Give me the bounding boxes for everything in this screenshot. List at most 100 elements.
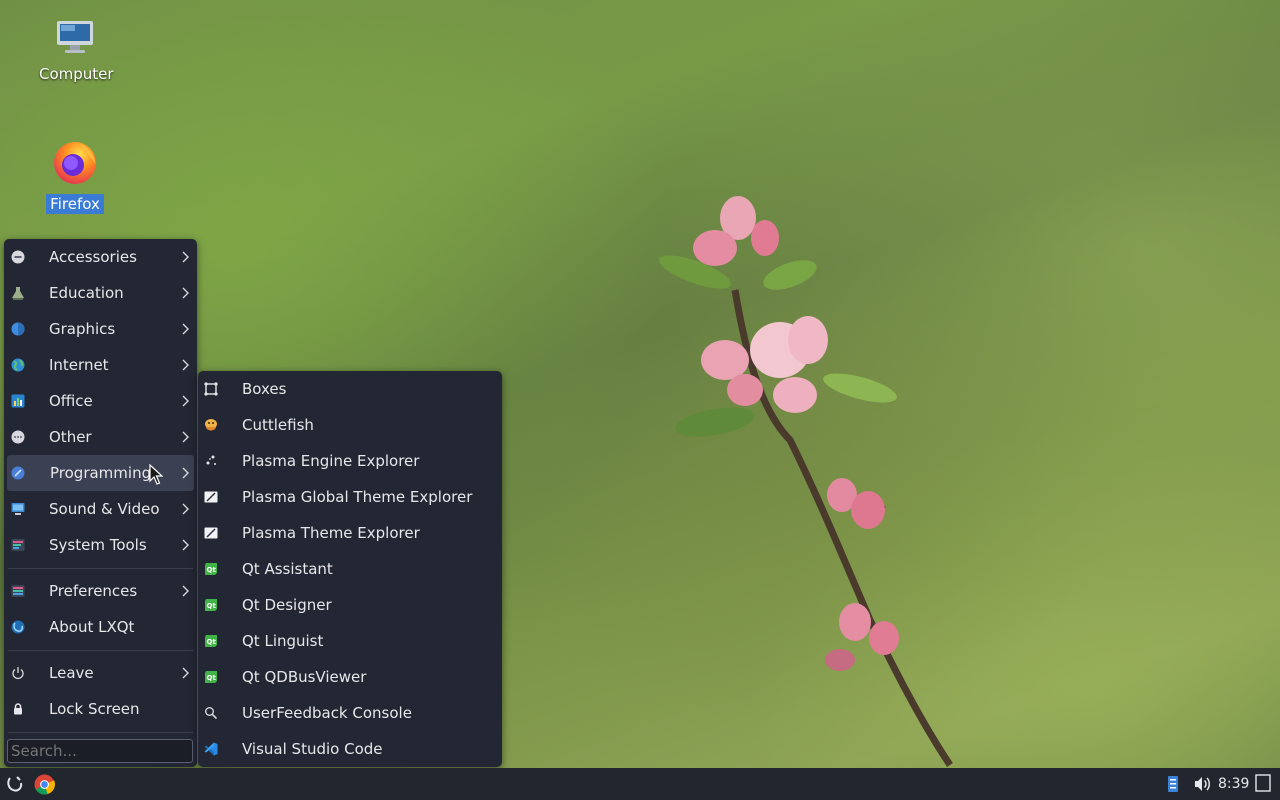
- submenu-item-cuttlefish[interactable]: Cuttlefish: [198, 407, 502, 443]
- keyboard-layout-icon[interactable]: [1166, 774, 1180, 794]
- submenu-item-qt-designer[interactable]: Qt Qt Designer: [198, 587, 502, 623]
- qt-icon: Qt: [205, 635, 217, 647]
- menu-item-label: System Tools: [49, 536, 147, 554]
- preferences-icon: [11, 585, 25, 597]
- menu-item-office[interactable]: Office: [4, 383, 197, 419]
- system-tools-icon: [11, 539, 25, 551]
- svg-text:Qt: Qt: [207, 638, 217, 646]
- plasma-theme-icon: [204, 527, 218, 539]
- clock[interactable]: 8:39: [1218, 776, 1249, 792]
- computer-icon: [57, 21, 93, 53]
- firefox-icon: [54, 142, 96, 184]
- submenu-item-label: Boxes: [242, 380, 287, 398]
- menu-separator: [8, 732, 193, 733]
- lxqt-menu-icon[interactable]: [5, 774, 25, 794]
- cuttlefish-icon: [205, 419, 217, 431]
- svg-text:Qt: Qt: [207, 674, 217, 682]
- desktop-icon-firefox[interactable]: Firefox: [35, 138, 115, 214]
- qt-icon: Qt: [205, 563, 217, 575]
- submenu-item-label: Visual Studio Code: [242, 740, 383, 758]
- submenu-item-plasma-theme-explorer[interactable]: Plasma Theme Explorer: [198, 515, 502, 551]
- menu-item-label: Office: [49, 392, 93, 410]
- menu-item-label: Graphics: [49, 320, 116, 338]
- menu-item-label: Internet: [49, 356, 109, 374]
- submenu-item-userfeedback-console[interactable]: UserFeedback Console: [198, 695, 502, 731]
- chevron-right-icon: [182, 539, 189, 551]
- search-icon: [205, 707, 218, 720]
- menu-item-label: Education: [49, 284, 124, 302]
- submenu-item-label: Qt QDBusViewer: [242, 668, 367, 686]
- menu-item-leave[interactable]: Leave: [4, 655, 197, 691]
- menu-item-preferences[interactable]: Preferences: [4, 573, 197, 609]
- submenu-item-plasma-engine-explorer[interactable]: Plasma Engine Explorer: [198, 443, 502, 479]
- menu-item-internet[interactable]: Internet: [4, 347, 197, 383]
- chevron-right-icon: [182, 287, 189, 299]
- menu-item-label: Lock Screen: [49, 700, 140, 718]
- programming-icon: [11, 466, 25, 480]
- vscode-icon: [204, 742, 218, 756]
- menu-item-label: Other: [49, 428, 92, 446]
- plasma-engine-icon: [206, 455, 216, 465]
- volume-icon[interactable]: [1192, 774, 1212, 794]
- chrome-icon[interactable]: [34, 774, 55, 795]
- chevron-right-icon: [182, 431, 189, 443]
- menu-search-input[interactable]: [7, 739, 193, 763]
- other-icon: [11, 430, 25, 444]
- submenu-item-qt-assistant[interactable]: Qt Qt Assistant: [198, 551, 502, 587]
- application-menu: Accessories Education Graphics Internet …: [4, 239, 197, 767]
- menu-item-accessories[interactable]: Accessories: [4, 239, 197, 275]
- mouse-cursor-icon: [149, 464, 163, 485]
- chevron-right-icon: [182, 667, 189, 679]
- svg-text:Qt: Qt: [207, 602, 217, 610]
- plasma-theme-icon: [204, 491, 218, 503]
- taskbar: 8:39: [0, 768, 1280, 800]
- lxqt-icon: [11, 620, 25, 634]
- menu-item-label: Sound & Video: [49, 500, 160, 518]
- show-desktop-icon[interactable]: [1255, 774, 1271, 792]
- submenu-item-label: Cuttlefish: [242, 416, 314, 434]
- submenu-item-visual-studio-code[interactable]: Visual Studio Code: [198, 731, 502, 767]
- desktop-icon-label: Firefox: [46, 194, 104, 214]
- wallpaper-blossom-branch: [659, 196, 953, 767]
- submenu-item-label: Qt Assistant: [242, 560, 333, 578]
- svg-text:Qt: Qt: [207, 566, 217, 574]
- chevron-right-icon: [182, 359, 189, 371]
- lock-icon: [14, 703, 22, 715]
- menu-item-other[interactable]: Other: [4, 419, 197, 455]
- submenu-item-label: Plasma Engine Explorer: [242, 452, 420, 470]
- chevron-right-icon: [182, 467, 189, 479]
- graphics-icon: [11, 322, 25, 336]
- chevron-right-icon: [182, 395, 189, 407]
- chevron-right-icon: [182, 503, 189, 515]
- power-icon: [12, 667, 24, 680]
- menu-item-about-lxqt[interactable]: About LXQt: [4, 609, 197, 645]
- chevron-right-icon: [182, 251, 189, 263]
- menu-item-programming[interactable]: Programming: [7, 455, 194, 491]
- desktop-icon-computer[interactable]: Computer: [35, 18, 115, 84]
- education-icon: [12, 287, 24, 300]
- menu-item-education[interactable]: Education: [4, 275, 197, 311]
- programming-submenu: Boxes Cuttlefish Plasma Engine Explorer …: [198, 371, 502, 767]
- chevron-right-icon: [182, 585, 189, 597]
- qt-icon: Qt: [205, 671, 217, 683]
- submenu-item-qt-qdbusviewer[interactable]: Qt Qt QDBusViewer: [198, 659, 502, 695]
- submenu-item-label: Plasma Theme Explorer: [242, 524, 420, 542]
- qt-icon: Qt: [205, 599, 217, 611]
- menu-item-system-tools[interactable]: System Tools: [4, 527, 197, 563]
- accessories-icon: [11, 250, 25, 264]
- chevron-right-icon: [182, 323, 189, 335]
- menu-item-label: About LXQt: [49, 618, 135, 636]
- menu-item-label: Programming: [50, 464, 152, 482]
- menu-item-graphics[interactable]: Graphics: [4, 311, 197, 347]
- menu-item-label: Accessories: [49, 248, 137, 266]
- menu-separator: [8, 568, 193, 569]
- menu-item-lock-screen[interactable]: Lock Screen: [4, 691, 197, 727]
- submenu-item-plasma-global-theme-explorer[interactable]: Plasma Global Theme Explorer: [198, 479, 502, 515]
- boxes-icon: [204, 382, 218, 396]
- submenu-item-qt-linguist[interactable]: Qt Qt Linguist: [198, 623, 502, 659]
- submenu-item-label: Qt Designer: [242, 596, 332, 614]
- submenu-item-boxes[interactable]: Boxes: [198, 371, 502, 407]
- menu-item-sound-video[interactable]: Sound & Video: [4, 491, 197, 527]
- sound-video-icon: [11, 503, 25, 515]
- menu-separator: [8, 650, 193, 651]
